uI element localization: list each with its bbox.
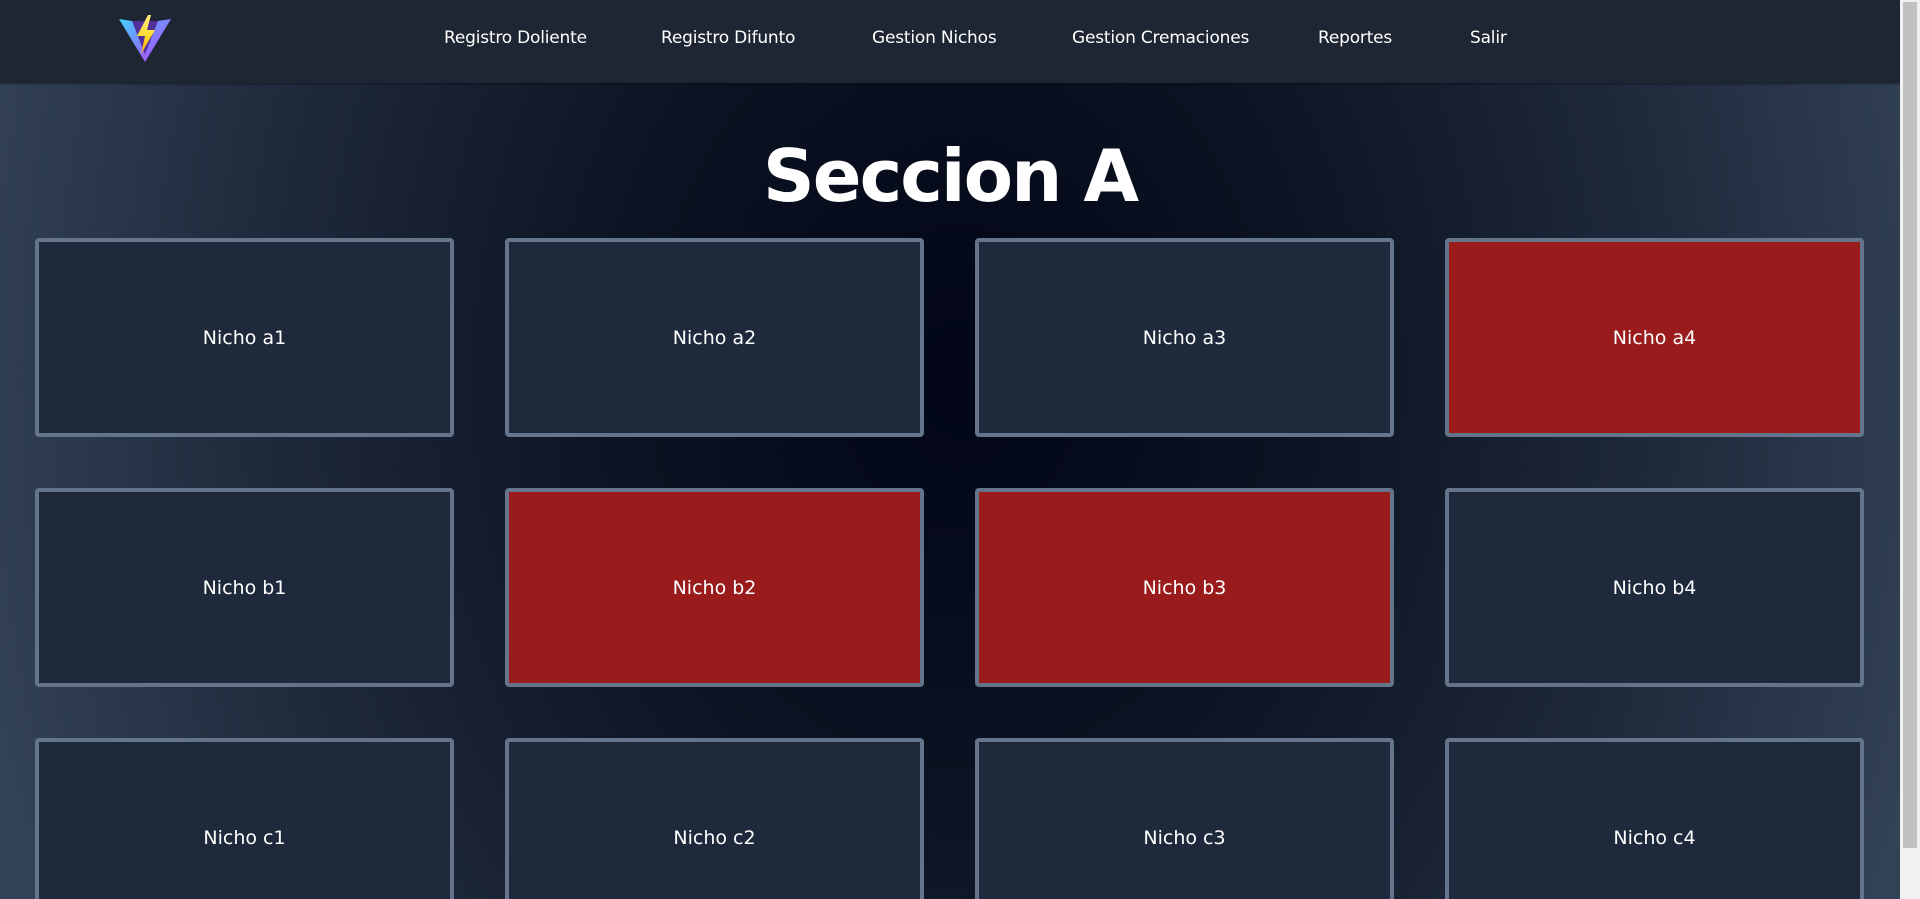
niche-label: Nicho a2 <box>672 326 757 349</box>
niche-card[interactable]: Nicho b3 <box>975 488 1394 687</box>
niche-label: Nicho a3 <box>1142 326 1227 349</box>
niche-label: Nicho c3 <box>1143 826 1226 849</box>
niche-label: Nicho c4 <box>1613 826 1696 849</box>
niche-card[interactable]: Nicho b1 <box>35 488 454 687</box>
section-title: Seccion A <box>762 134 1139 218</box>
nav-link-salir[interactable]: Salir <box>1470 28 1507 48</box>
nav-link-gestion-nichos[interactable]: Gestion Nichos <box>872 28 997 48</box>
niche-card[interactable]: Nicho b4 <box>1445 488 1864 687</box>
niche-grid: Nicho a1 Nicho a2 Nicho a3 Nicho a4 Nich… <box>35 238 1865 899</box>
niche-label: Nicho a1 <box>202 326 287 349</box>
niche-label: Nicho b4 <box>1612 576 1697 599</box>
niche-card[interactable]: Nicho c3 <box>975 738 1394 899</box>
niche-card[interactable]: Nicho a2 <box>505 238 924 437</box>
nav-link-registro-doliente[interactable]: Registro Doliente <box>444 28 587 48</box>
nav-link-gestion-cremaciones[interactable]: Gestion Cremaciones <box>1072 28 1249 48</box>
nav-link-registro-difunto[interactable]: Registro Difunto <box>661 28 795 48</box>
niche-card[interactable]: Nicho a1 <box>35 238 454 437</box>
niche-card[interactable]: Nicho b2 <box>505 488 924 687</box>
niche-label: Nicho b2 <box>672 576 757 599</box>
nav-links: Registro Doliente Registro Difunto Gesti… <box>0 0 1900 83</box>
scrollbar-thumb[interactable] <box>1903 2 1917 848</box>
niche-label: Nicho b3 <box>1142 576 1227 599</box>
page-scrollbar[interactable] <box>1900 0 1920 899</box>
niche-card[interactable]: Nicho c4 <box>1445 738 1864 899</box>
niche-card[interactable]: Nicho c2 <box>505 738 924 899</box>
niche-card[interactable]: Nicho a4 <box>1445 238 1864 437</box>
niche-label: Nicho c1 <box>203 826 286 849</box>
niche-label: Nicho b1 <box>202 576 287 599</box>
niche-label: Nicho c2 <box>673 826 756 849</box>
nav-link-reportes[interactable]: Reportes <box>1318 28 1392 48</box>
niche-label: Nicho a4 <box>1612 326 1697 349</box>
top-navbar: Registro Doliente Registro Difunto Gesti… <box>0 0 1900 83</box>
niche-card[interactable]: Nicho a3 <box>975 238 1394 437</box>
niche-card[interactable]: Nicho c1 <box>35 738 454 899</box>
